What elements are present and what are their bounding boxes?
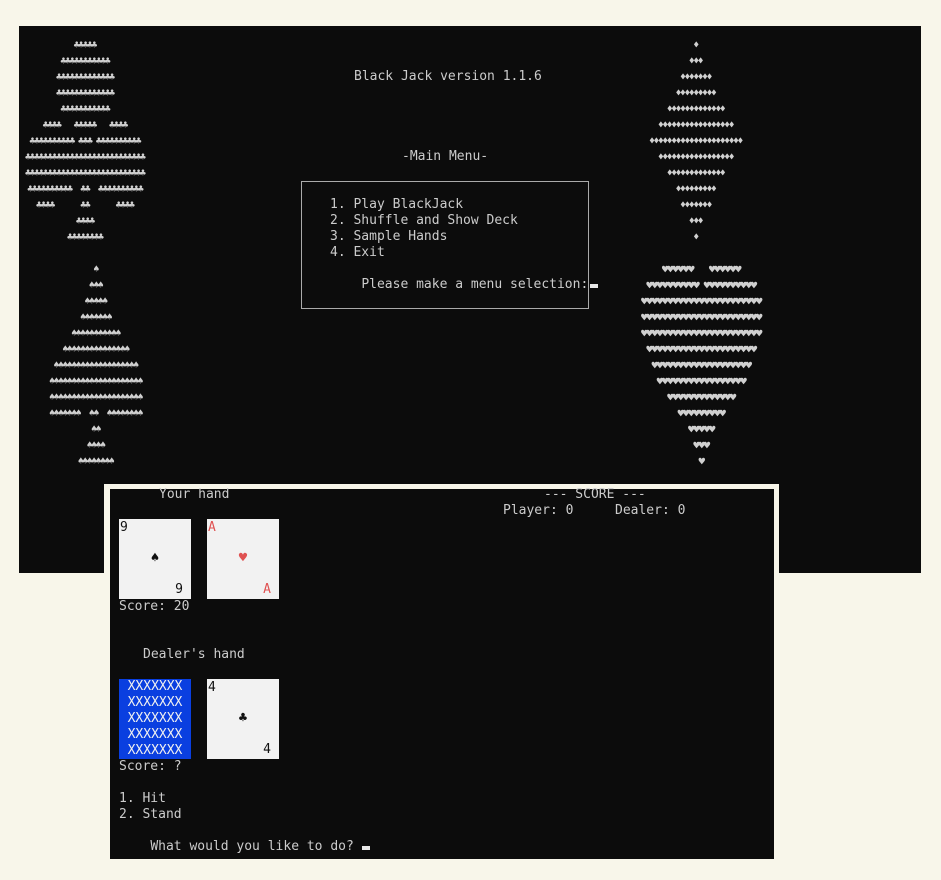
menu-prompt-line[interactable]: Please make a menu selection: bbox=[330, 261, 599, 309]
club-icon: ♣ bbox=[238, 710, 248, 726]
menu-item-play[interactable]: 1. Play BlackJack bbox=[330, 197, 463, 213]
card-rank: 4 bbox=[263, 742, 271, 757]
menu-item-sample[interactable]: 3. Sample Hands bbox=[330, 229, 447, 245]
player-card-1: 9 ♠ 9 bbox=[119, 519, 191, 599]
text-cursor bbox=[590, 284, 599, 288]
heart-icon: ♥ bbox=[238, 550, 248, 566]
card-back-pattern: XXXXXXX bbox=[127, 695, 183, 710]
option-stand[interactable]: 2. Stand bbox=[119, 807, 182, 823]
player-total: Score: 20 bbox=[119, 599, 190, 614]
dealer-hand-label: Dealer's hand bbox=[143, 647, 245, 662]
game-console: Your hand --- SCORE --- Player: 0 Dealer… bbox=[110, 487, 774, 859]
dealer-card-hidden: XXXXXXX XXXXXXX XXXXXXX XXXXXXX XXXXXXX bbox=[119, 679, 191, 759]
app-title: Black Jack version 1.1.6 bbox=[354, 69, 542, 84]
card-rank: 9 bbox=[120, 520, 128, 535]
card-back-pattern: XXXXXXX bbox=[127, 727, 183, 742]
diamond-art: ♦ ♦♦♦ ♦♦♦♦♦♦♦ ♦♦♦♦♦♦♦♦♦ ♦♦♦♦♦♦♦♦♦♦♦♦♦ ♦♦… bbox=[649, 40, 743, 243]
card-rank: A bbox=[263, 582, 271, 597]
score-heading: --- SCORE --- bbox=[544, 487, 646, 502]
card-rank: 9 bbox=[175, 582, 183, 597]
menu-item-exit[interactable]: 4. Exit bbox=[330, 245, 385, 261]
club-art: ♣♣♣♣♣ ♣♣♣♣♣♣♣♣♣♣♣ ♣♣♣♣♣♣♣♣♣♣♣♣♣ ♣♣♣♣♣♣♣♣… bbox=[25, 40, 146, 243]
spade-icon: ♠ bbox=[150, 550, 160, 566]
heart-art: ♥♥♥♥♥♥ ♥♥♥♥♥♥ ♥♥♥♥♥♥♥♥♥♥ ♥♥♥♥♥♥♥♥♥♥ ♥♥♥♥… bbox=[641, 263, 763, 468]
card-back-pattern: XXXXXXX bbox=[127, 743, 183, 758]
action-prompt-line[interactable]: What would you like to do? bbox=[119, 823, 370, 871]
your-hand-label: Your hand bbox=[159, 487, 230, 502]
dealer-total: Score: ? bbox=[119, 759, 182, 774]
card-back-pattern: XXXXXXX bbox=[127, 711, 183, 726]
card-back-pattern: XXXXXXX bbox=[127, 679, 183, 694]
menu-prompt: Please make a menu selection: bbox=[361, 277, 589, 292]
card-rank: A bbox=[208, 520, 216, 535]
player-score: Player: 0 bbox=[503, 503, 574, 518]
dealer-card-2: 4 ♣ 4 bbox=[207, 679, 279, 759]
text-cursor bbox=[361, 846, 370, 850]
spade-art: ♠ ♠♠♠ ♠♠♠♠♠ ♠♠♠♠♠♠♠ ♠♠♠♠♠♠♠♠♠♠♠ ♠♠♠♠♠♠♠♠… bbox=[49, 264, 143, 467]
player-card-2: A ♥ A bbox=[207, 519, 279, 599]
option-hit[interactable]: 1. Hit bbox=[119, 791, 166, 807]
menu-item-shuffle[interactable]: 2. Shuffle and Show Deck bbox=[330, 213, 518, 229]
card-rank: 4 bbox=[208, 680, 216, 695]
action-prompt: What would you like to do? bbox=[150, 839, 354, 854]
dealer-score: Dealer: 0 bbox=[615, 503, 686, 518]
menu-heading: -Main Menu- bbox=[402, 149, 489, 164]
